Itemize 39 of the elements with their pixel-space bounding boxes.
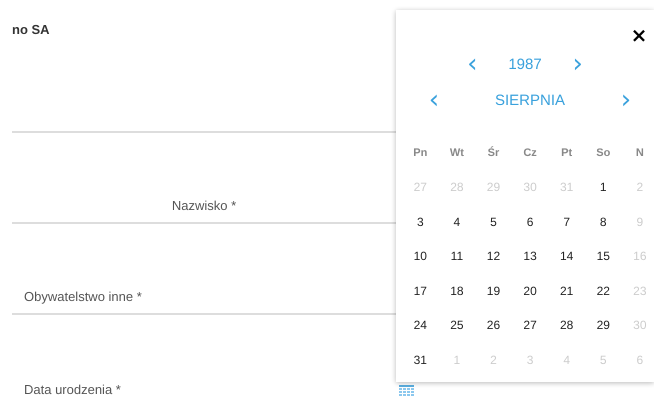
weekday-header: Cz (522, 146, 538, 161)
day-cell[interactable]: 26 (475, 308, 512, 342)
day-cell[interactable]: 28 (548, 308, 585, 342)
day-cell[interactable]: 13 (512, 239, 548, 274)
day-cell[interactable]: 10 (402, 239, 439, 274)
close-button[interactable]: × (630, 24, 648, 46)
day-cell[interactable]: 5 (475, 204, 512, 239)
weekday-header: Pn (412, 146, 428, 161)
form-title: no SA (12, 21, 51, 39)
day-cell[interactable]: 22 (584, 274, 622, 308)
weekday-header: N (634, 146, 645, 161)
day-cell[interactable]: 7 (548, 204, 585, 239)
day-cell[interactable]: 4 (438, 204, 476, 239)
day-cell[interactable]: 6 (512, 204, 548, 239)
weekday-header: Śr (486, 145, 500, 161)
day-cell[interactable]: 14 (548, 239, 585, 274)
weekday-header: So (595, 146, 612, 161)
day-cell[interactable]: 15 (584, 239, 622, 274)
day-cell[interactable]: 12 (475, 239, 512, 274)
day-cell[interactable]: 19 (475, 274, 512, 308)
day-cell[interactable]: 11 (438, 239, 476, 274)
day-cell[interactable]: 17 (402, 274, 439, 308)
day-cell[interactable]: 18 (438, 274, 476, 308)
calendar-icon[interactable] (399, 385, 414, 397)
day-cell[interactable]: 3 (402, 204, 439, 239)
day-cell[interactable]: 20 (512, 274, 548, 308)
day-cell[interactable]: 24 (402, 308, 439, 342)
day-cell[interactable]: 27 (512, 308, 548, 342)
field-label: Nazwisko * (172, 198, 236, 213)
field-label: Obywatelstwo inne * (24, 289, 142, 304)
day-cell[interactable]: 31 (402, 342, 439, 377)
day-cell[interactable]: 21 (548, 274, 585, 308)
day-cell[interactable]: 8 (584, 204, 622, 239)
field-label: Data urodzenia * (24, 382, 121, 397)
day-cell[interactable]: 1 (584, 170, 622, 204)
day-cell[interactable]: 29 (584, 308, 622, 342)
weekday-header: Wt (448, 146, 465, 161)
day-cell[interactable]: 25 (438, 308, 476, 342)
weekday-header: Pt (560, 146, 574, 161)
